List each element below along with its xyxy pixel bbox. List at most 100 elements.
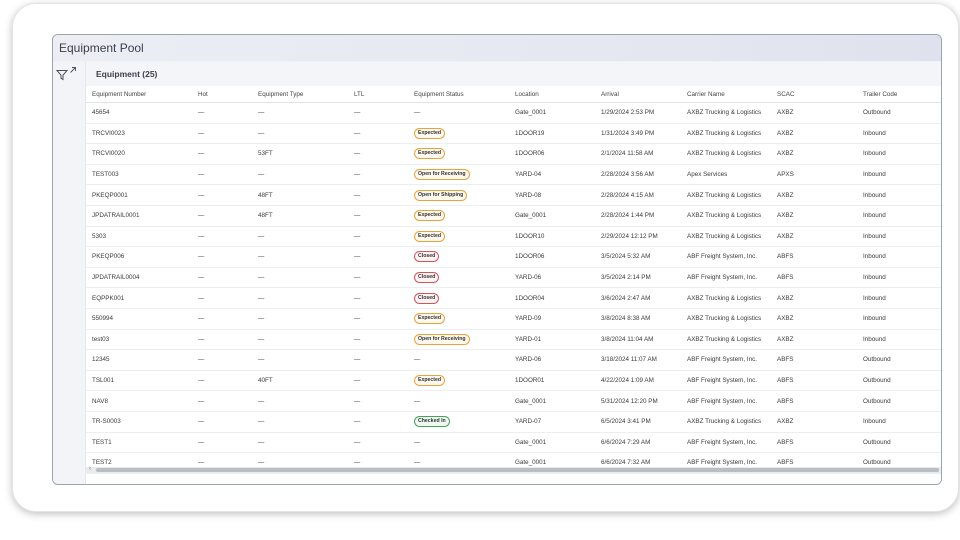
cell-trailer: Outbound xyxy=(863,377,891,385)
cell-location: YARD-06 xyxy=(515,356,542,364)
cell-type: — xyxy=(258,232,265,240)
table-row[interactable]: test03 — — — Open for Receiving YARD-01 3/8/20… xyxy=(86,330,941,351)
status-badge: Expected xyxy=(414,127,446,139)
cell-type: — xyxy=(258,438,265,446)
table-row[interactable]: PKEQP006 — — — Closed 1DOOR06 3/5/2024 5:32 AM… xyxy=(86,247,941,268)
scroll-left-icon[interactable]: ‹ xyxy=(89,466,91,472)
cell-arrival: 3/8/2024 8:38 AM xyxy=(601,315,651,323)
cell-ltl: — xyxy=(354,191,361,199)
cell-number: TEST1 xyxy=(92,438,112,446)
cell-trailer: Inbound xyxy=(863,274,886,282)
column-header[interactable]: Carrier Name xyxy=(687,86,725,102)
column-header[interactable]: Equipment Number xyxy=(92,86,146,102)
cell-hot: — xyxy=(198,335,205,343)
status-badge: Open for Shipping xyxy=(414,189,468,201)
cell-ltl: — xyxy=(354,438,361,446)
cell-carrier: AXBZ Trucking & Logistics xyxy=(687,418,762,426)
column-header[interactable]: LTL xyxy=(354,86,364,102)
table-row[interactable]: EQPPK001 — — — Closed 1DOOR04 3/6/2024 2:47 AM… xyxy=(86,288,941,309)
expand-icon[interactable] xyxy=(69,66,77,74)
table-body: 45654 — — — — Gate_0001 1/29/2024 2:53 PM AXBZ … xyxy=(86,103,941,474)
cell-type: — xyxy=(258,397,265,405)
cell-hot: — xyxy=(198,129,205,137)
cell-trailer: Outbound xyxy=(863,397,891,405)
cell-trailer: Outbound xyxy=(863,356,891,364)
cell-number: TEST003 xyxy=(92,171,119,179)
cell-number: TSL001 xyxy=(92,377,115,385)
cell-status: — xyxy=(414,356,421,364)
table-row[interactable]: NAV8 — — — — Gate_0001 5/31/2024 12:20 PM ABF F… xyxy=(86,391,941,412)
column-header[interactable]: SCAC xyxy=(777,86,795,102)
table-row[interactable]: TRCVI0023 — — — Expected 1DOOR19 1/31/2024 3:4… xyxy=(86,124,941,145)
cell-carrier: AXBZ Trucking & Logistics xyxy=(687,212,762,220)
cell-carrier: AXBZ Trucking & Logistics xyxy=(687,129,762,137)
cell-hot: — xyxy=(198,274,205,282)
horizontal-scrollbar[interactable]: ‹ xyxy=(86,466,941,473)
cell-ltl: — xyxy=(354,274,361,282)
cell-carrier: ABF Freight System, Inc. xyxy=(687,356,757,364)
table-row[interactable]: JPDATRAIL0001 — 48FT — Expected Gate_0001 2/28… xyxy=(86,206,941,227)
status-badge: Open for Receiving xyxy=(414,169,470,181)
cell-hot: — xyxy=(198,150,205,158)
cell-status: Open for Receiving xyxy=(414,330,470,350)
status-badge: Expected xyxy=(414,210,446,222)
cell-type: — xyxy=(258,274,265,282)
table-row[interactable]: TRCVI0020 — 53FT — Expected 1DOOR06 2/1/2024 1… xyxy=(86,144,941,165)
cell-type: — xyxy=(258,109,265,117)
cell-number: 5303 xyxy=(92,232,107,240)
cell-scac: AXBZ xyxy=(777,129,794,137)
cell-arrival: 2/29/2024 12:12 PM xyxy=(601,232,658,240)
table-row[interactable]: TEST003 — — — Open for Receiving YARD-04 2/28/… xyxy=(86,165,941,186)
table-row[interactable]: JPDATRAIL0004 — — — Closed YARD-06 3/5/2024 2:… xyxy=(86,268,941,289)
cell-arrival: 3/18/2024 11:07 AM xyxy=(601,356,657,364)
cell-hot: — xyxy=(198,253,205,261)
cell-type: — xyxy=(258,294,265,302)
column-header[interactable]: Equipment Status xyxy=(414,86,464,102)
table-row[interactable]: TEST1 — — — — Gate_0001 6/6/2024 7:29 AM ABF Fr… xyxy=(86,433,941,454)
cell-ltl: — xyxy=(354,418,361,426)
cell-scac: AXBZ xyxy=(777,418,794,426)
cell-carrier: AXBZ Trucking & Logistics xyxy=(687,335,762,343)
cell-location: 1DOOR10 xyxy=(515,232,545,240)
table-row[interactable]: PKEQP0001 — 48FT — Open for Shipping YARD-08 2… xyxy=(86,185,941,206)
cell-arrival: 2/1/2024 11:58 AM xyxy=(601,150,654,158)
cell-ltl: — xyxy=(354,335,361,343)
cell-location: 1DOOR19 xyxy=(515,129,545,137)
cell-trailer: Inbound xyxy=(863,150,886,158)
column-header[interactable]: Equipment Type xyxy=(258,86,303,102)
table-row[interactable]: 5303 — — — Expected 1DOOR10 2/29/2024 12:12 PM… xyxy=(86,227,941,248)
cell-scac: AXBZ xyxy=(777,109,794,117)
title-bar: Equipment Pool xyxy=(53,35,941,61)
table-row[interactable]: TR-S0003 — — — Checked In YARD-07 6/5/2024 3:4… xyxy=(86,412,941,433)
cell-status: Checked In xyxy=(414,412,450,432)
cell-status: — xyxy=(414,438,421,446)
table-row[interactable]: 550994 — — — Expected YARD-09 3/8/2024 8:38 AM… xyxy=(86,309,941,330)
cell-carrier: AXBZ Trucking & Logistics xyxy=(687,109,762,117)
cell-carrier: AXBZ Trucking & Logistics xyxy=(687,315,762,323)
cell-carrier: AXBZ Trucking & Logistics xyxy=(687,150,762,158)
cell-scac: AXBZ xyxy=(777,150,794,158)
screenshot-frame: Equipment Pool Equipment (25) Equipment … xyxy=(12,3,959,512)
cell-hot: — xyxy=(198,171,205,179)
cell-arrival: 1/31/2024 3:49 PM xyxy=(601,129,655,137)
cell-arrival: 3/5/2024 5:32 AM xyxy=(601,253,651,261)
cell-carrier: AXBZ Trucking & Logistics xyxy=(687,232,762,240)
column-header[interactable]: Arrival xyxy=(601,86,619,102)
cell-number: TRCVI0023 xyxy=(92,129,125,137)
scrollbar-thumb[interactable] xyxy=(96,468,939,472)
cell-number: TRCVI0020 xyxy=(92,150,125,158)
cell-hot: — xyxy=(198,418,205,426)
column-header[interactable]: Hot xyxy=(198,86,208,102)
panel-header: Equipment (25) xyxy=(86,62,941,86)
status-badge: Closed xyxy=(414,272,440,284)
column-header[interactable]: Trailer Code xyxy=(863,86,897,102)
cell-hot: — xyxy=(198,397,205,405)
column-header[interactable]: Location xyxy=(515,86,539,102)
table-row[interactable]: 45654 — — — — Gate_0001 1/29/2024 2:53 PM AXBZ … xyxy=(86,103,941,124)
table-row[interactable]: TSL001 — 40FT — Expected 1DOOR01 4/22/2024 1:0… xyxy=(86,371,941,392)
cell-trailer: Outbound xyxy=(863,109,891,117)
cell-ltl: — xyxy=(354,377,361,385)
table-row[interactable]: 12345 — — — — YARD-06 3/18/2024 11:07 AM ABF Fr… xyxy=(86,350,941,371)
filter-icon[interactable] xyxy=(56,69,68,81)
cell-trailer: Inbound xyxy=(863,191,886,199)
